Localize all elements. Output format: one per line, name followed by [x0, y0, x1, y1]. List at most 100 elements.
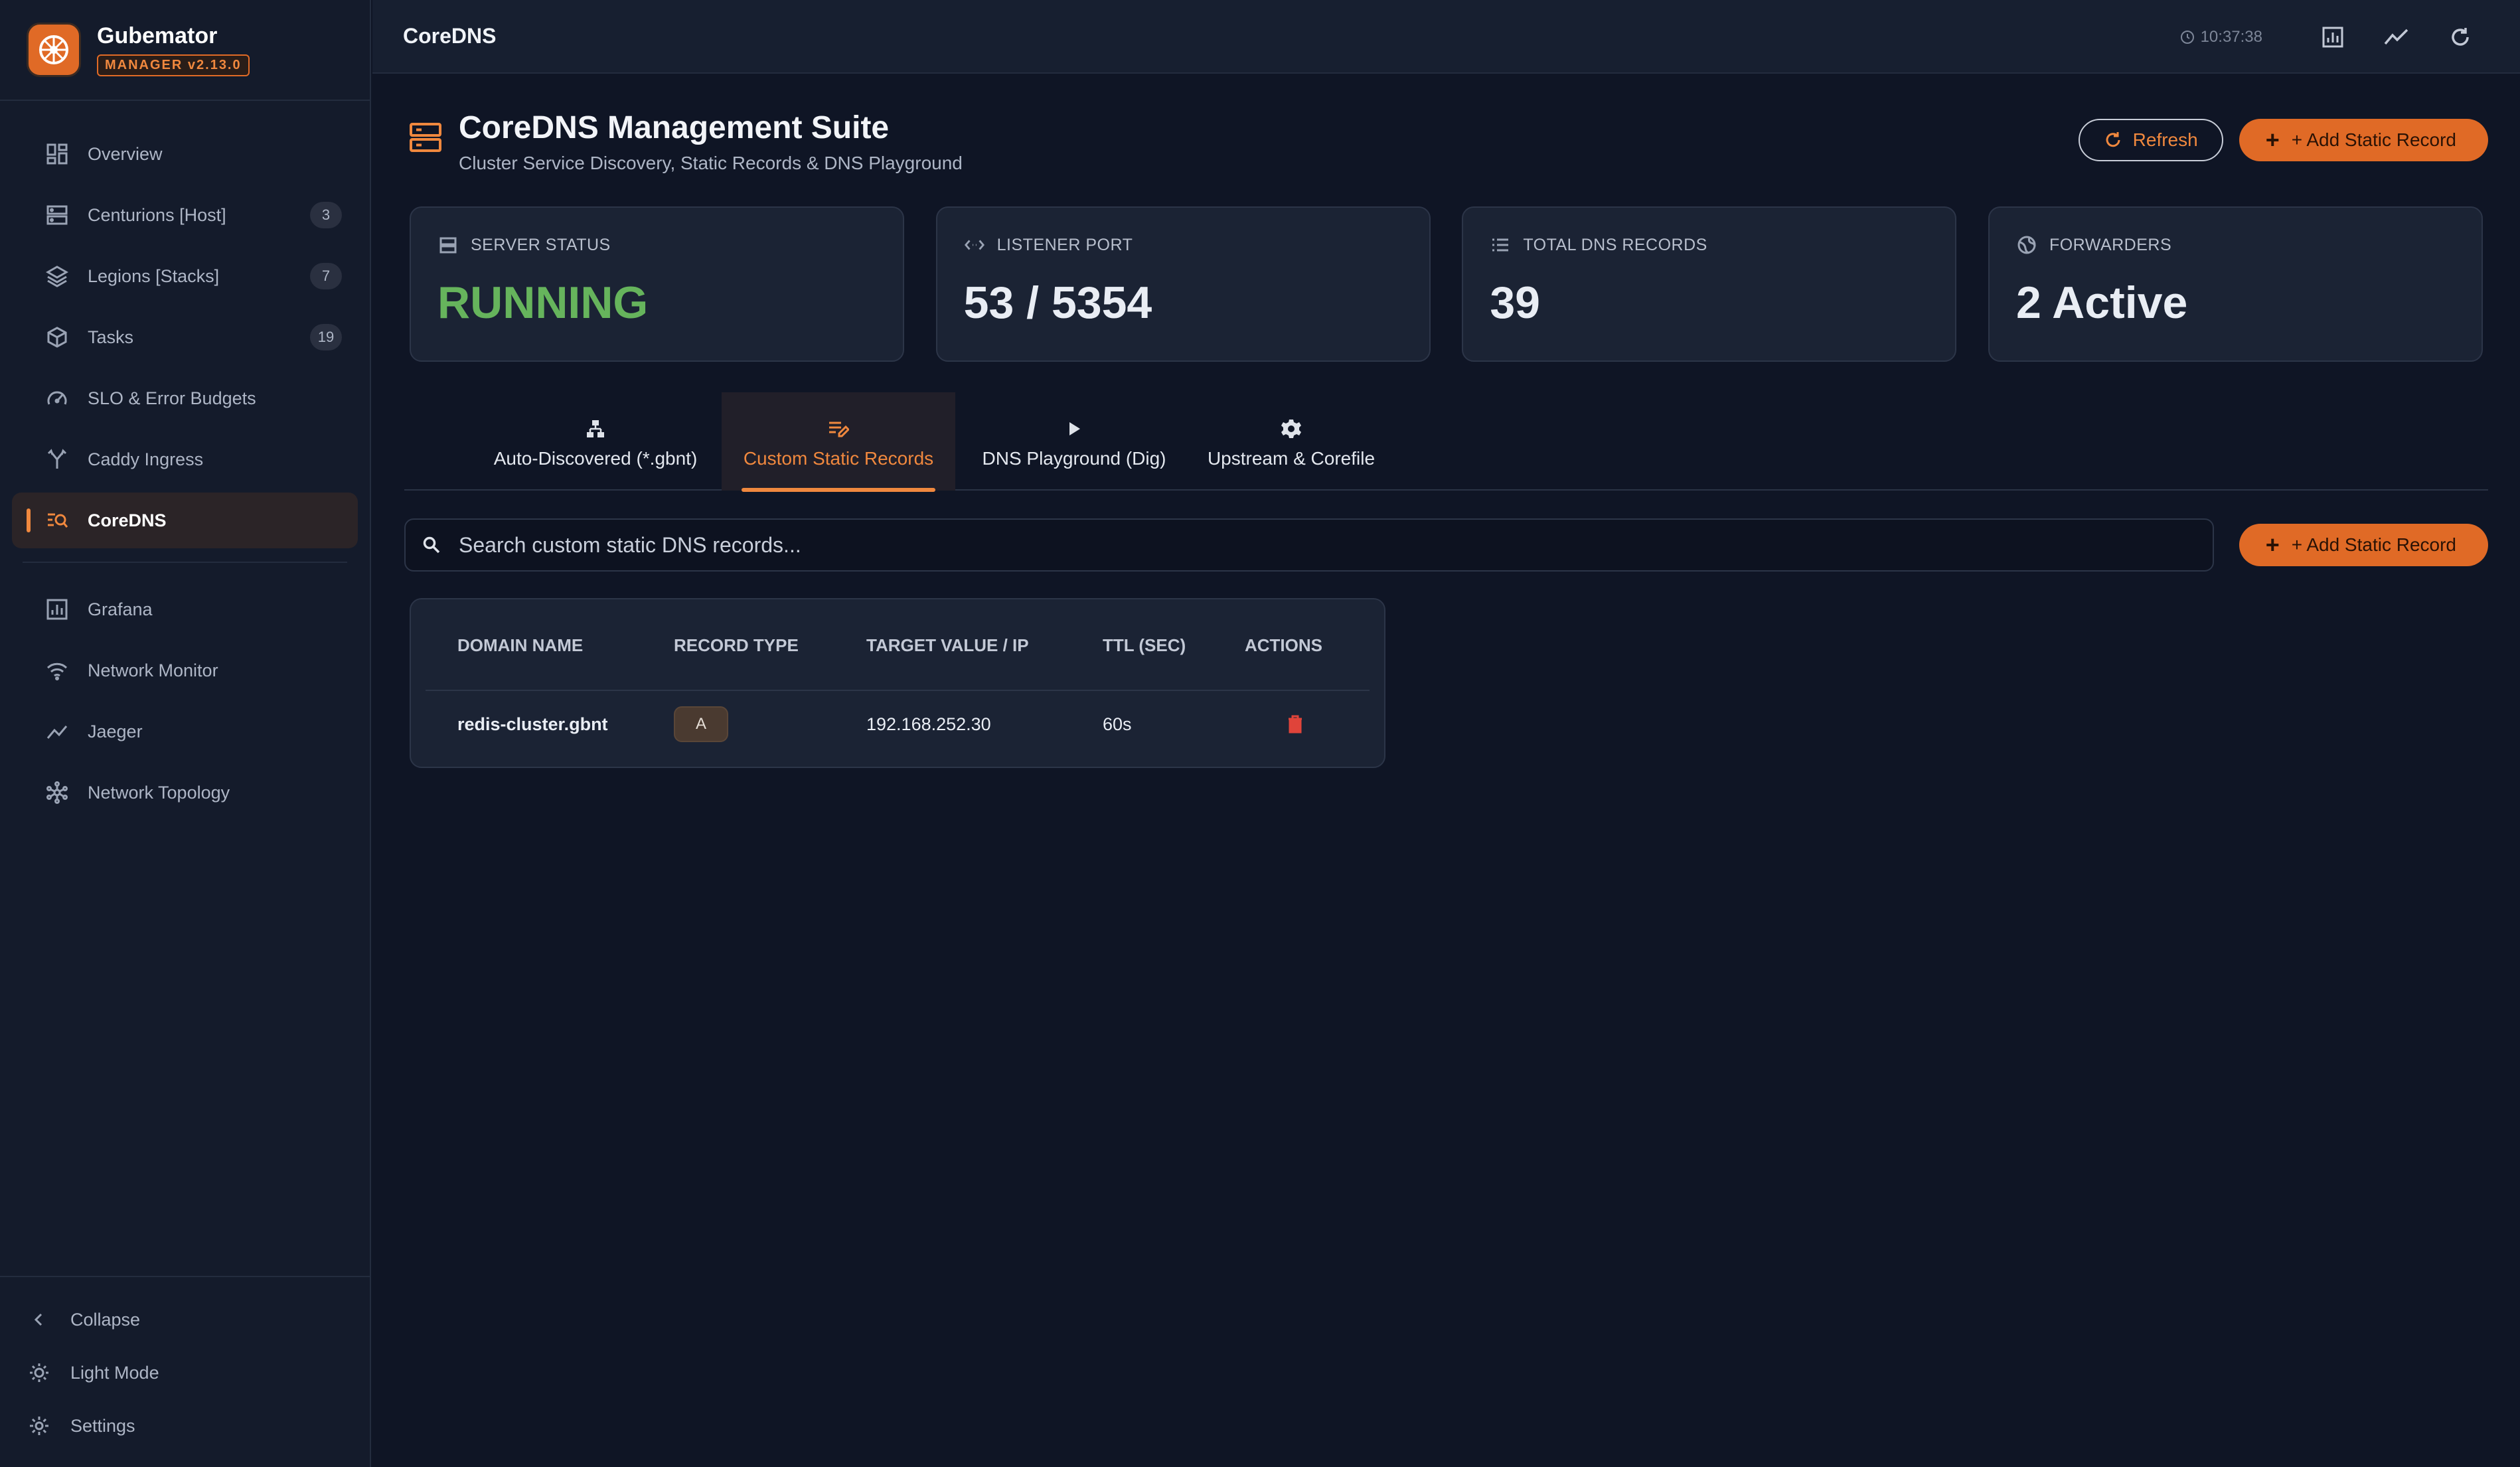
trash-icon	[1289, 715, 1302, 734]
delete-record-button[interactable]	[1281, 710, 1310, 739]
column-header-domain[interactable]: DOMAIN NAME	[457, 599, 583, 691]
sidebar-item-slo[interactable]: SLO & Error Budgets	[12, 370, 358, 426]
sidebar-item-label: Caddy Ingress	[88, 449, 204, 469]
stat-label: TOTAL DNS RECORDS	[1523, 235, 1707, 254]
sidebar-item-overview[interactable]: Overview	[12, 126, 358, 182]
record-type-chip: A	[674, 706, 728, 742]
sidebar-item-network-topology[interactable]: Network Topology	[12, 765, 358, 820]
record-ttl: 60s	[1103, 714, 1132, 734]
tab-bar: Auto-Discovered (*.gbnt) Custom Static R…	[404, 392, 2488, 492]
column-header-ttl[interactable]: TTL (SEC)	[1103, 599, 1186, 691]
page-subtitle: Cluster Service Discovery, Static Record…	[459, 153, 963, 173]
tab-auto-discovered[interactable]: Auto-Discovered (*.gbnt)	[488, 392, 703, 491]
sidebar-nav: Overview Centurions [Host] 3 Legions [St…	[0, 101, 370, 820]
tab-upstream-corefile[interactable]: Upstream & Corefile	[1194, 392, 1388, 491]
refresh-button[interactable]: Refresh	[2078, 119, 2223, 161]
add-static-record-button[interactable]: + + Add Static Record	[2239, 119, 2488, 161]
collapse-label: Collapse	[70, 1309, 141, 1330]
gauge-icon	[44, 385, 70, 412]
record-domain: redis-cluster.gbnt	[457, 714, 608, 734]
sidebar-item-label: Network Monitor	[88, 660, 218, 680]
sidebar-item-grafana[interactable]: Grafana	[12, 581, 358, 637]
theme-toggle[interactable]: Light Mode	[0, 1346, 370, 1399]
sidebar-item-label: Tasks	[88, 327, 134, 347]
refresh-label: Refresh	[2132, 129, 2198, 150]
dashboard-icon	[44, 141, 70, 167]
table-row: redis-cluster.gbnt A 192.168.252.30 60s	[426, 692, 1370, 756]
stat-value: RUNNING	[437, 277, 649, 328]
dns-server-icon	[410, 123, 441, 152]
page-title: CoreDNS Management Suite	[459, 110, 890, 145]
plus-icon: +	[2265, 531, 2280, 558]
add-record-label: + Add Static Record	[2291, 534, 2456, 555]
settings-label: Settings	[70, 1415, 135, 1436]
sidebar-item-label: Network Topology	[88, 782, 230, 803]
sidebar: Gubemator MANAGER v2.13.0 Overview Centu…	[0, 0, 371, 1467]
sidebar-item-jaeger[interactable]: Jaeger	[12, 704, 358, 759]
trend-icon	[2384, 29, 2408, 44]
stat-value: 53 / 5354	[963, 277, 1152, 328]
sidebar-item-label: Centurions [Host]	[88, 204, 226, 225]
records-table: DOMAIN NAME RECORD TYPE TARGET VALUE / I…	[410, 598, 1385, 768]
code-icon	[964, 234, 985, 256]
stat-card-server-status: SERVER STATUS RUNNING	[410, 206, 904, 362]
clock-time: 10:37:38	[2200, 27, 2262, 46]
table-header: DOMAIN NAME RECORD TYPE TARGET VALUE / I…	[426, 599, 1370, 691]
sidebar-item-tasks[interactable]: Tasks 19	[12, 309, 358, 365]
topbar-actions: 10:37:38	[2179, 0, 2480, 74]
server-icon	[44, 202, 70, 228]
sidebar-item-label: SLO & Error Budgets	[88, 388, 256, 408]
app-version-badge: MANAGER v2.13.0	[97, 54, 250, 76]
search-box	[404, 518, 2214, 572]
plus-icon: +	[2265, 126, 2280, 153]
server-status-icon	[437, 234, 459, 256]
count-badge: 7	[310, 263, 342, 289]
add-static-record-button-secondary[interactable]: + + Add Static Record	[2239, 524, 2488, 566]
page-header: CoreDNS Management Suite Cluster Service…	[407, 110, 963, 174]
clock: 10:37:38	[2179, 28, 2262, 46]
column-header-type[interactable]: RECORD TYPE	[674, 599, 799, 691]
globe-icon	[2016, 234, 2037, 256]
refresh-icon	[2452, 27, 2469, 46]
tab-label: Custom Static Records	[743, 448, 934, 469]
search-icon	[423, 536, 440, 554]
stats-button[interactable]	[2313, 17, 2353, 57]
gear-icon	[1280, 418, 1302, 440]
stat-value: 39	[1490, 277, 1540, 328]
stat-label: SERVER STATUS	[471, 235, 611, 254]
settings-button[interactable]: Settings	[0, 1399, 370, 1452]
brand: Gubemator MANAGER v2.13.0	[0, 0, 370, 101]
sidebar-item-centurions[interactable]: Centurions [Host] 3	[12, 187, 358, 243]
sidebar-item-label: Jaeger	[88, 721, 143, 741]
sidebar-item-network-monitor[interactable]: Network Monitor	[12, 643, 358, 698]
chart-icon	[44, 596, 70, 623]
list-icon	[1490, 234, 1511, 256]
edit-list-icon	[827, 418, 850, 440]
count-badge: 3	[310, 202, 342, 228]
bar-chart-icon	[2322, 27, 2343, 47]
sidebar-item-label: CoreDNS	[88, 510, 167, 530]
dns-search-icon	[44, 507, 70, 534]
count-badge: 19	[310, 324, 342, 350]
sidebar-divider	[23, 562, 347, 563]
reload-button[interactable]	[2440, 17, 2480, 57]
sidebar-item-legions[interactable]: Legions [Stacks] 7	[12, 248, 358, 304]
stat-value: 2 Active	[2015, 277, 2188, 328]
tab-label: Auto-Discovered (*.gbnt)	[493, 448, 698, 469]
hierarchy-icon	[584, 418, 607, 440]
sidebar-item-label: Overview	[88, 143, 163, 164]
collapse-button[interactable]: Collapse	[0, 1293, 370, 1346]
tab-dns-playground[interactable]: DNS Playground (Dig)	[973, 392, 1176, 491]
tab-custom-static-records[interactable]: Custom Static Records	[722, 392, 955, 492]
column-header-target[interactable]: TARGET VALUE / IP	[866, 599, 1029, 691]
sidebar-item-caddy[interactable]: Caddy Ingress	[12, 431, 358, 487]
chevron-left-icon	[27, 1307, 52, 1332]
metrics-button[interactable]	[2377, 17, 2416, 57]
add-record-label: + Add Static Record	[2291, 129, 2456, 150]
topbar-title: CoreDNS	[403, 24, 497, 48]
app-logo-icon[interactable]	[27, 23, 81, 77]
sidebar-item-coredns[interactable]: CoreDNS	[12, 493, 358, 548]
search-input[interactable]	[459, 532, 2118, 558]
record-type-cell: A	[674, 692, 728, 756]
theme-label: Light Mode	[70, 1362, 159, 1383]
